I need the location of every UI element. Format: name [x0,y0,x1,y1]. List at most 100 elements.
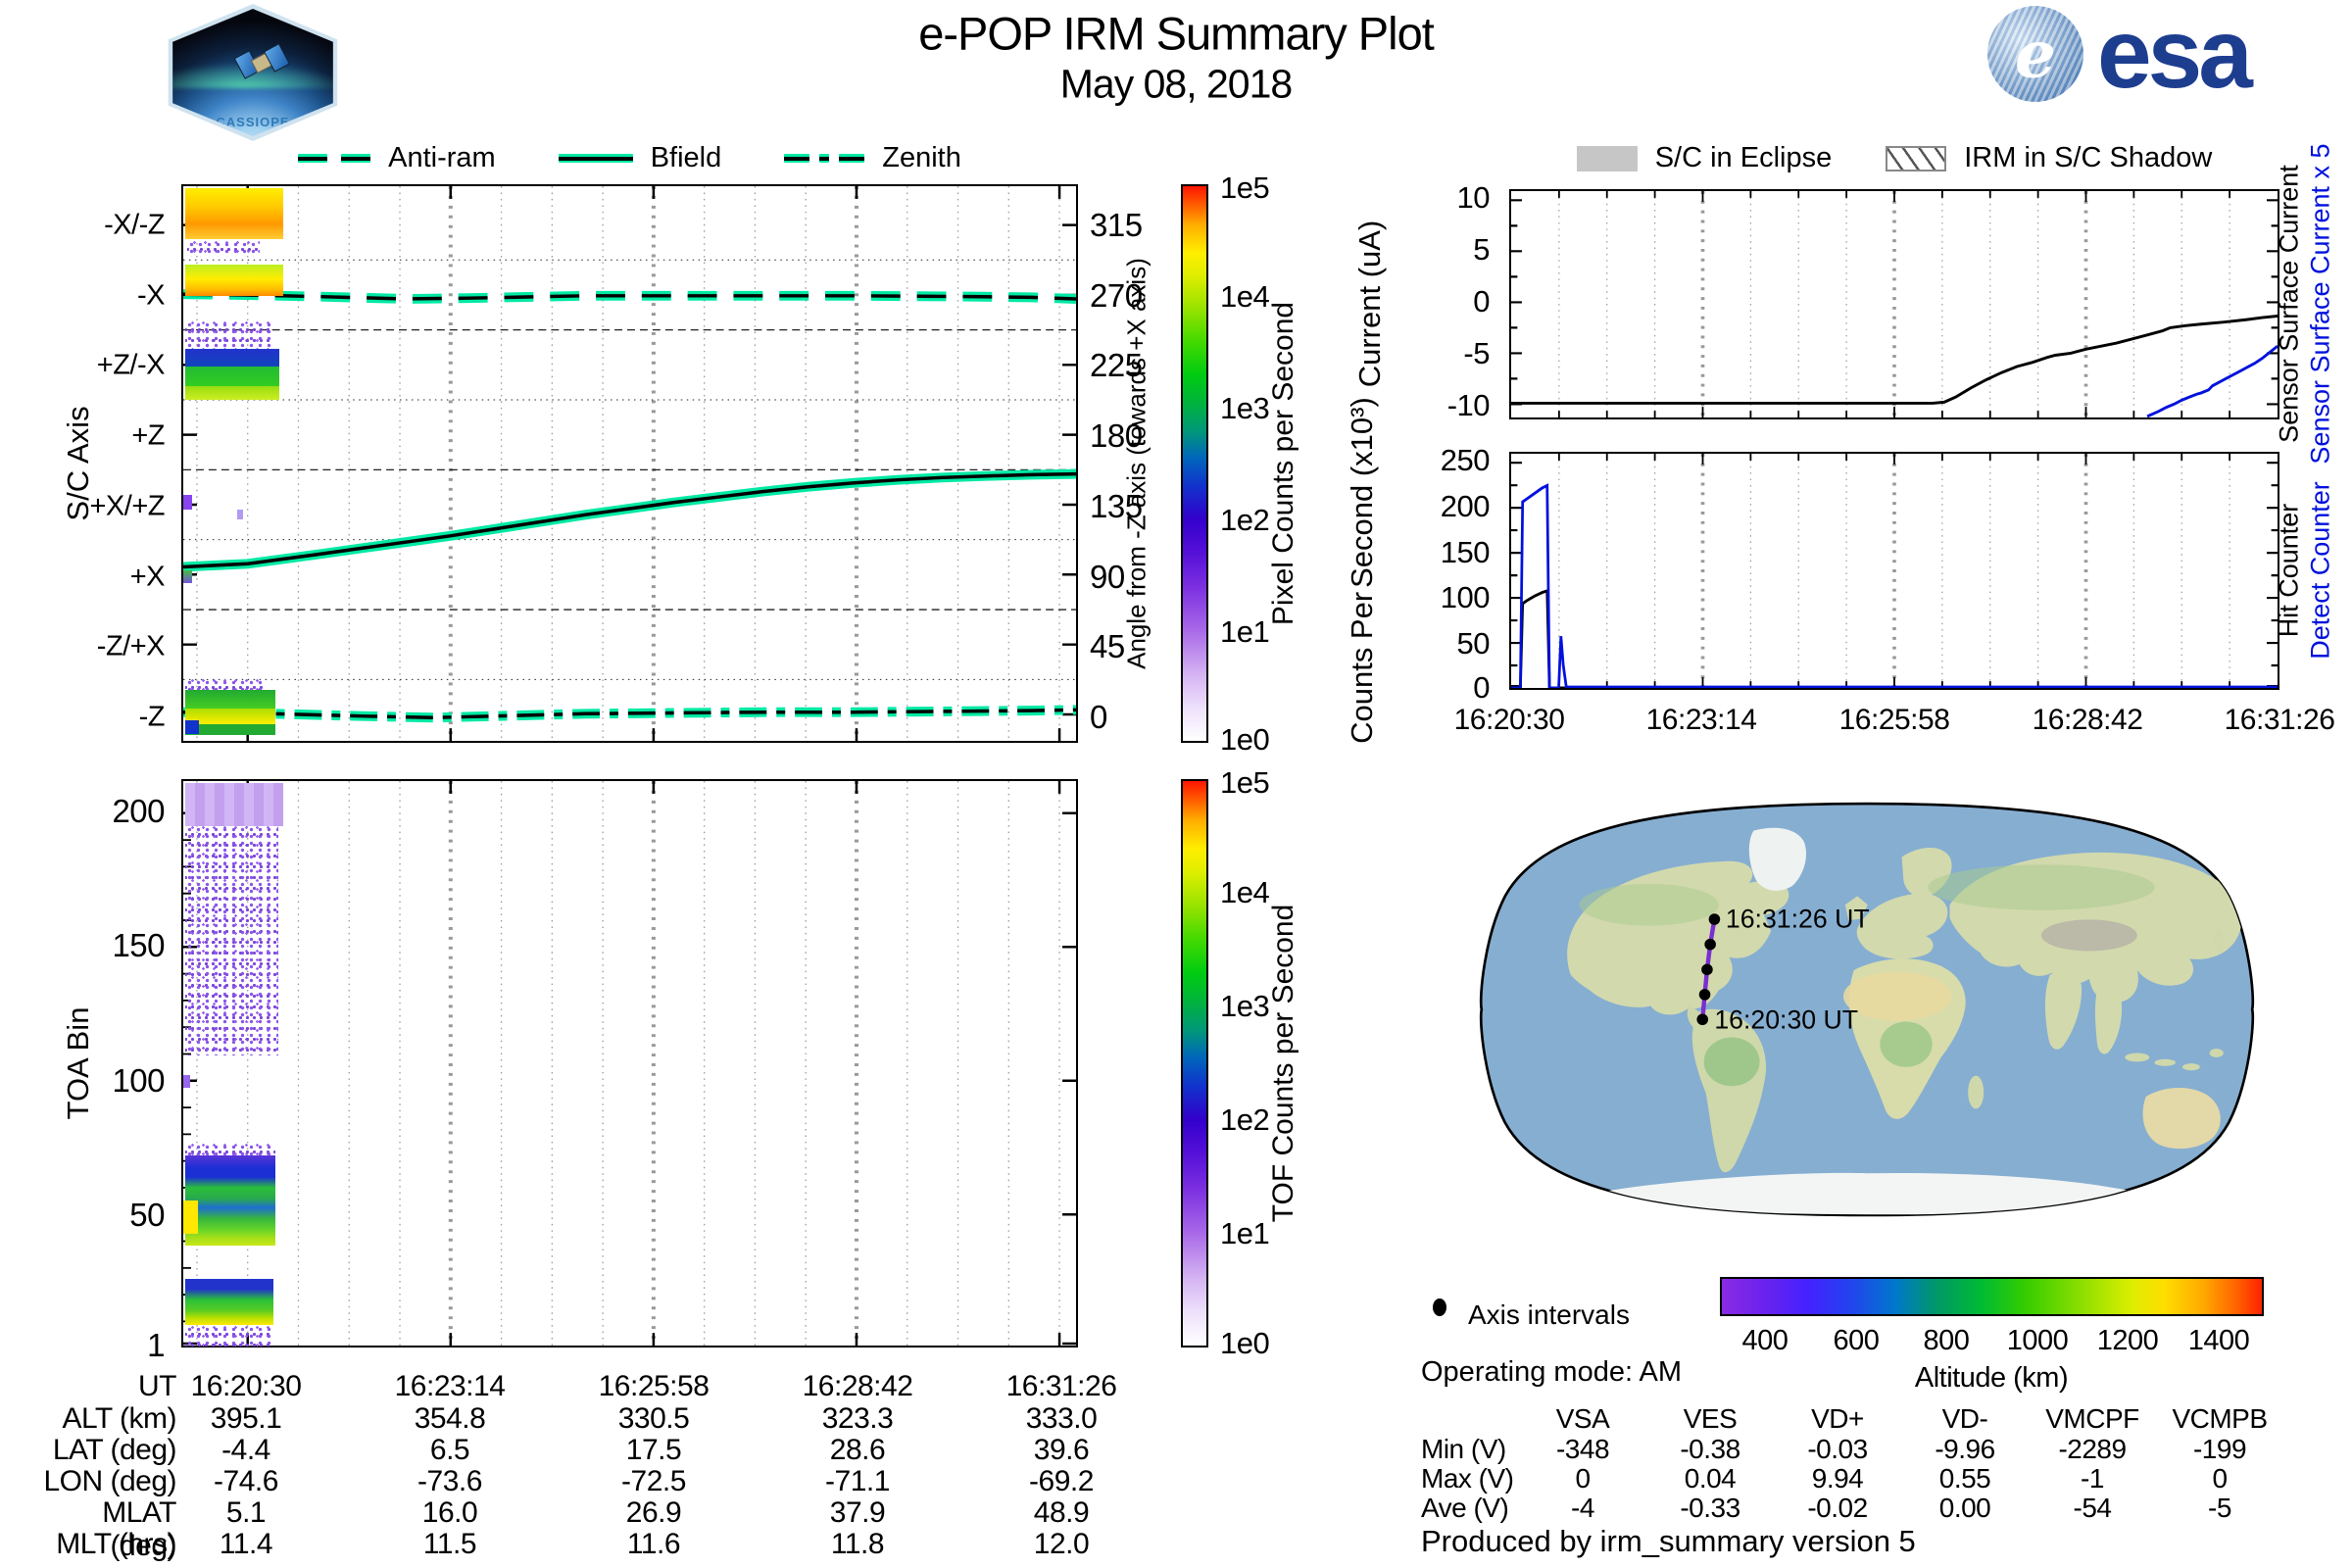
voltage-cell: 0 [2156,1463,2283,1494]
altitude-tick: 1200 [2097,1325,2159,1357]
voltage-cell: 0.04 [1646,1463,1774,1494]
legend-label: IRM in S/C Shadow [1964,142,2212,174]
sensor-current-x5-line [2147,346,2278,416]
pixel-colorbar [1181,184,1208,743]
tof-cbar-tick: 1e4 [1220,875,1269,910]
voltage-cell: 0.00 [1901,1493,2029,1524]
toa-ytick: 200 [112,793,165,830]
axis-intervals-label: Axis intervals [1468,1299,1630,1331]
ephemeris-cell: 48.9 [973,1496,1150,1530]
hatch-swatch-icon [1886,146,1946,172]
voltage-cell: -348 [1519,1434,1646,1465]
angle-plot [181,184,1078,743]
time-xtick: 16:28:42 [2033,704,2143,737]
spectrogram-blob [185,188,283,239]
time-xtick: 16:25:58 [1839,704,1950,737]
spectrogram-blob [185,265,283,296]
legend-item-antiram: Anti-ram [298,142,496,174]
counts-ylabel-line2: Second (x10³) [1345,397,1380,588]
legend-item-shadow: IRM in S/C Shadow [1886,142,2212,174]
bfield-line [183,474,1076,567]
track-point [1704,939,1716,951]
angle-ytick: -Z [139,702,165,734]
voltage-cell: -1 [2029,1463,2156,1494]
ephemeris-cell: 330.5 [565,1402,742,1436]
current-plot-ylabel: Current (uA) [1352,220,1388,388]
ephemeris-cell: 323.3 [769,1402,946,1436]
altitude-tick: 800 [1924,1325,1970,1357]
time-xtick: 16:20:30 [1454,704,1565,737]
ephemeris-cell: 28.6 [769,1434,946,1467]
esa-logo: e esa [1987,6,2249,102]
produced-by-note: Produced by irm_summary version 5 [1421,1524,1916,1559]
zenith-dashdot-line-icon [784,154,864,163]
cassiope-patch-art: CASSIOPE [162,9,344,136]
ephemeris-cell: -74.6 [158,1465,334,1498]
angle-ytick: +X/+Z [90,491,166,523]
pixel-cbar-tick: 1e4 [1220,279,1269,315]
ephemeris-cell: 26.9 [565,1496,742,1530]
toa-plot-canvas [183,781,1076,1346]
legend-label: Anti-ram [388,142,496,174]
tof-colorbar-label: TOF Counts per Second [1267,905,1300,1223]
ephemeris-cell: 6.5 [362,1434,538,1467]
page-title: e-POP IRM Summary Plot [918,7,1434,61]
ephemeris-cell: 333.0 [973,1402,1150,1436]
current-right-label-blue: Sensor Surface Current x 5 [2306,143,2336,464]
ephemeris-cell: 17.5 [565,1434,742,1467]
ephemeris-row-label: LON (deg) [29,1465,176,1498]
counts-ytick: 100 [1441,580,1490,615]
voltage-cell: -0.03 [1774,1434,1901,1465]
altitude-tick: 1400 [2188,1325,2250,1357]
altitude-tick: 600 [1834,1325,1880,1357]
ephemeris-cell: 395.1 [158,1402,334,1436]
axis-intervals-dot-icon [1433,1298,1446,1316]
angle-ytick-right: 45 [1090,628,1125,665]
spectrogram-blob [183,570,192,583]
current-ytick: 5 [1473,232,1490,268]
ephemeris-row-label: LAT (deg) [29,1434,176,1467]
voltage-cell: -4 [1519,1493,1646,1524]
voltage-col-header: VES [1646,1403,1774,1435]
tof-cbar-tick: 1e1 [1220,1216,1269,1251]
voltage-col-header: VSA [1519,1403,1646,1435]
spectrogram-blob [183,1200,198,1234]
track-point [1701,964,1713,976]
voltage-row-label: Max (V) [1421,1463,1514,1494]
counts-ytick: 250 [1441,443,1490,478]
spectrogram-blob [185,296,283,321]
left-plot-legend: Anti-ram Bfield Zenith [181,142,1078,174]
angle-ytick: -X [137,280,165,313]
ephemeris-cell: 16:28:42 [769,1370,946,1403]
track-point [1696,1013,1708,1025]
toa-plot [181,779,1078,1348]
spectrogram-blob [185,1279,273,1325]
pixel-cbar-tick: 1e0 [1220,722,1269,758]
ephemeris-cell: 354.8 [362,1402,538,1436]
current-right-label-black: Sensor Surface Current [2275,165,2305,443]
ephemeris-row-label: ALT (km) [29,1402,176,1436]
current-ytick: -10 [1447,388,1490,423]
spectrogram-blob [185,783,283,826]
ephemeris-cell: 11.6 [565,1528,742,1561]
current-plot-canvas [1511,191,2278,417]
voltage-col-header: VD+ [1774,1403,1901,1435]
voltage-cell: -54 [2029,1493,2156,1524]
tof-cbar-tick: 1e5 [1220,765,1269,801]
ephemeris-cell: 5.1 [158,1496,334,1530]
antiram-dashed-line-icon [298,154,370,163]
angle-ytick-right: 90 [1090,559,1125,596]
track-start-time-label: 16:20:30 UT [1714,1005,1858,1035]
track-point [1709,913,1721,925]
voltage-cell: -9.96 [1901,1434,2029,1465]
angle-ytick: +Z/-X [97,350,165,382]
world-map-canvas: 16:31:26 UT 16:20:30 UT [1448,777,2285,1242]
cassiope-label: CASSIOPE [162,115,344,129]
angle-ytick-right: 0 [1090,699,1107,736]
bfield-solid-line-icon [559,154,633,163]
tof-cbar-tick: 1e3 [1220,989,1269,1024]
voltage-col-header: VCMPB [2156,1403,2283,1435]
ephemeris-cell: -69.2 [973,1465,1150,1498]
voltage-col-header: VD- [1901,1403,2029,1435]
angle-ytick-right: 315 [1090,207,1143,244]
